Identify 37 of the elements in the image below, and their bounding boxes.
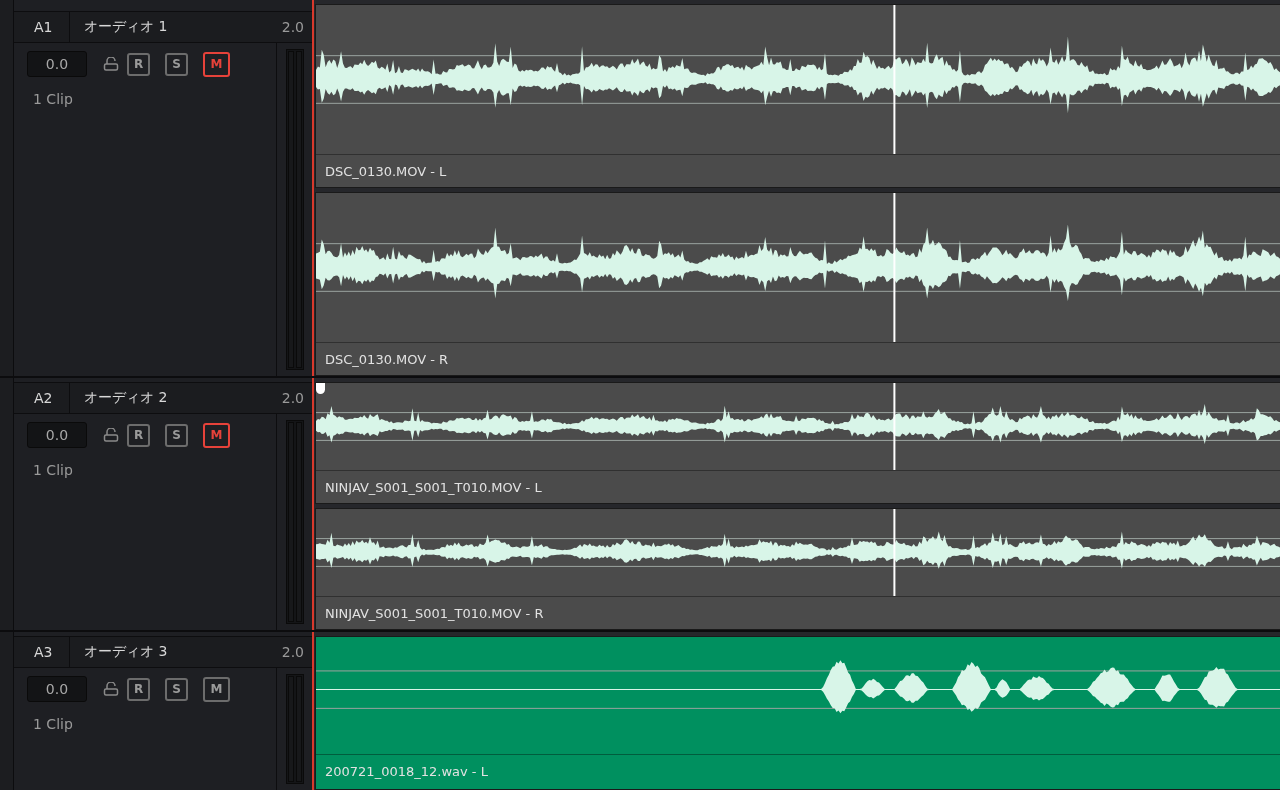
audio-clip[interactable]: DSC_0130.MOV - L — [315, 4, 1280, 188]
channel-format: 2.0 — [281, 19, 305, 35]
audio-clip[interactable]: NINJAV_S001_S001_T010.MOV - L — [315, 382, 1280, 504]
unlocked-padlock-icon[interactable] — [103, 682, 119, 696]
volume-field[interactable]: 0.0 — [27, 51, 87, 77]
clip-count: 1 Clip — [32, 716, 74, 732]
solo-button[interactable]: S — [165, 52, 188, 76]
clip-name: DSC_0130.MOV - R — [325, 351, 449, 367]
clip-count: 1 Clip — [32, 91, 74, 107]
volume-field[interactable]: 0.0 — [27, 676, 87, 702]
clip-name: 200721_0018_12.wav - L — [325, 763, 488, 779]
track-id: A3 — [14, 637, 70, 667]
channel-format: 2.0 — [281, 390, 305, 406]
track-id: A2 — [14, 383, 70, 413]
solo-button[interactable]: S — [165, 423, 188, 447]
audio-clip[interactable]: NINJAV_S001_S001_T010.MOV - R — [315, 508, 1280, 630]
unlocked-padlock-icon[interactable] — [103, 57, 119, 71]
volume-field[interactable]: 0.0 — [27, 422, 87, 448]
audio-clip[interactable]: DSC_0130.MOV - R — [315, 192, 1280, 376]
fade-handle[interactable] — [316, 383, 325, 394]
clip-name: NINJAV_S001_S001_T010.MOV - L — [325, 479, 542, 495]
track-name[interactable]: オーディオ 2 — [70, 389, 282, 407]
clip-count: 1 Clip — [32, 462, 74, 478]
record-button[interactable]: R — [127, 52, 150, 76]
mute-button[interactable]: M — [203, 51, 230, 77]
clip-name: NINJAV_S001_S001_T010.MOV - R — [325, 605, 544, 621]
unlocked-padlock-icon[interactable] — [103, 428, 119, 442]
solo-button[interactable]: S — [165, 677, 188, 701]
mute-button[interactable]: M — [203, 676, 230, 702]
record-button[interactable]: R — [127, 677, 150, 701]
clip-name: DSC_0130.MOV - L — [325, 163, 447, 179]
track-name[interactable]: オーディオ 3 — [70, 643, 282, 661]
mute-button[interactable]: M — [203, 422, 230, 448]
track-id: A1 — [14, 12, 70, 42]
track-name[interactable]: オーディオ 1 — [70, 18, 282, 36]
record-button[interactable]: R — [127, 423, 150, 447]
channel-format: 2.0 — [281, 644, 305, 660]
